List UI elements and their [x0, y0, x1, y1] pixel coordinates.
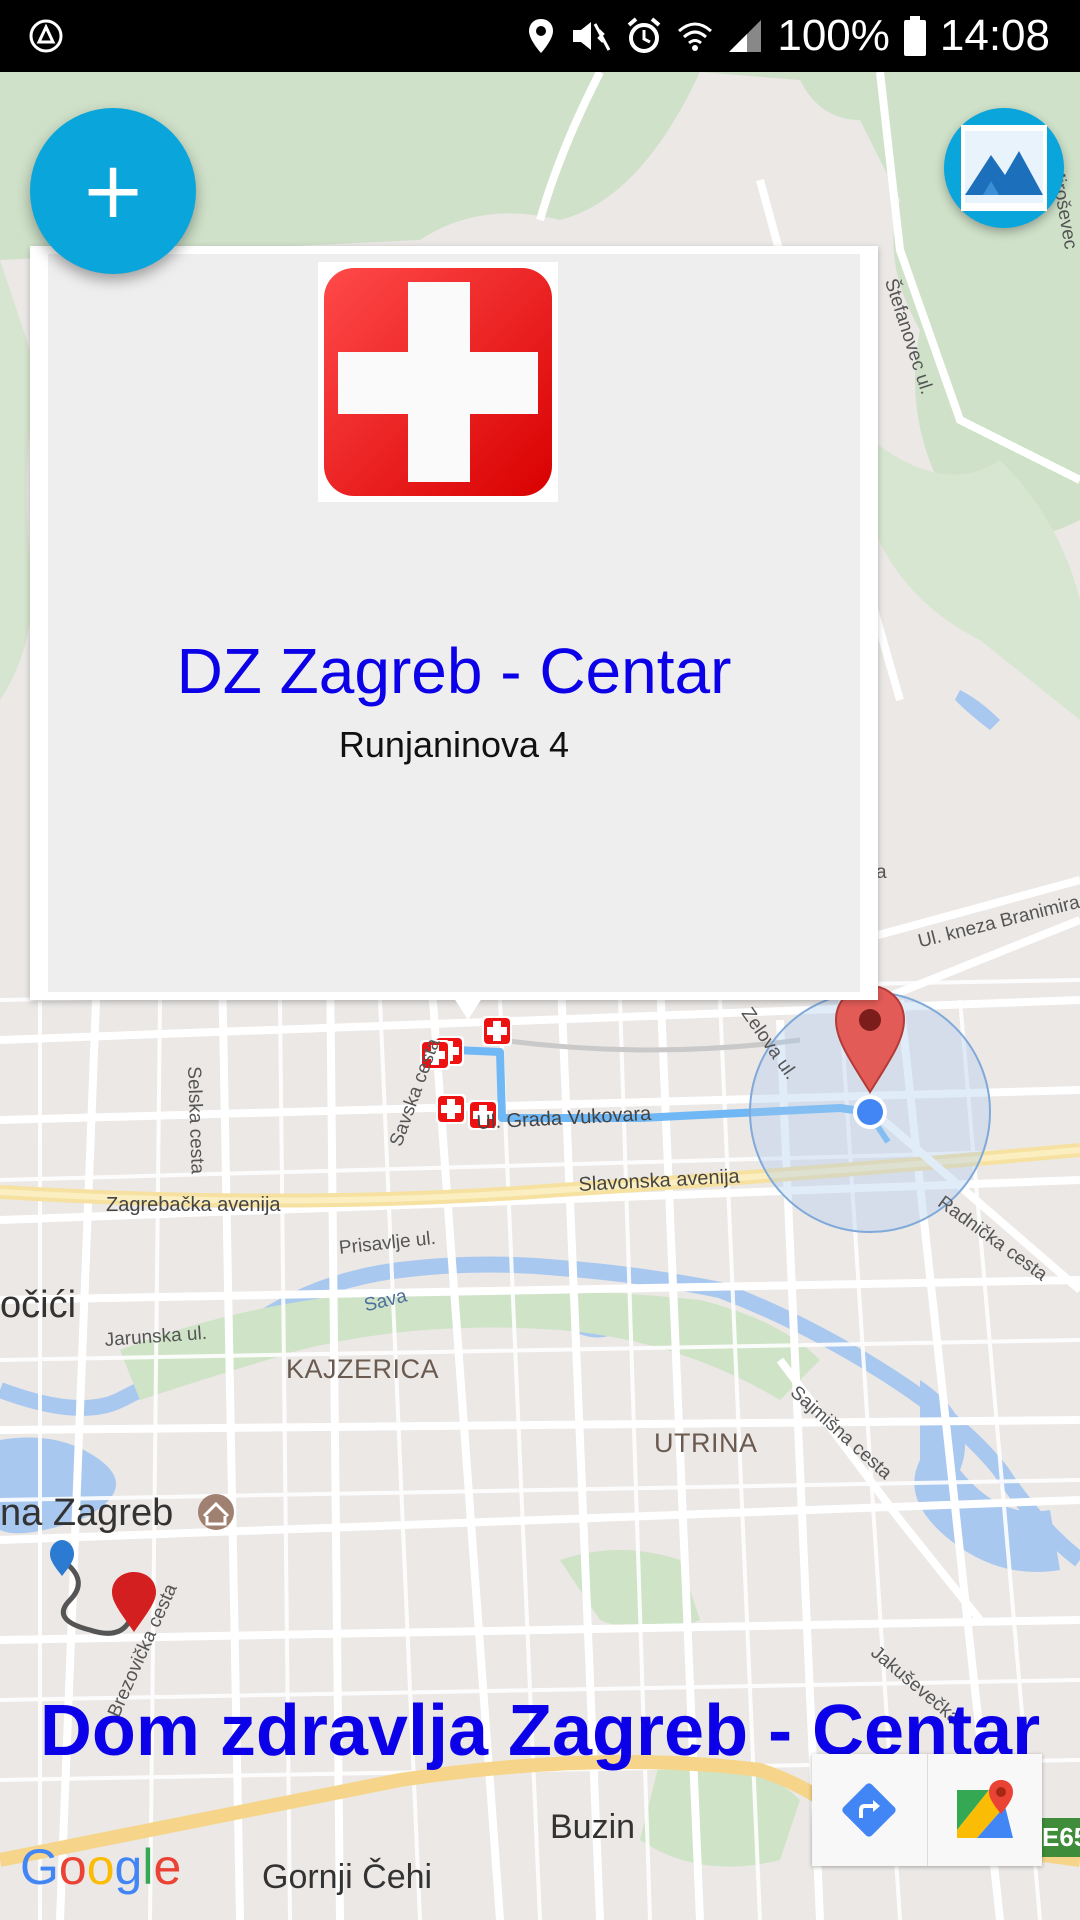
- red-cross-icon: [318, 262, 558, 502]
- google-logo-letter: e: [153, 1839, 182, 1895]
- info-window-address: Runjaninova 4: [338, 724, 570, 765]
- info-window-pointer: [454, 998, 482, 1020]
- google-logo-letter: l: [142, 1839, 154, 1895]
- label-vrbani-fragment: očići: [0, 1284, 77, 1326]
- map-toolbar: [812, 1754, 1042, 1866]
- wifi-icon: [678, 22, 713, 51]
- terrain-layer-button[interactable]: [944, 108, 1064, 228]
- battery-percent: 100%: [777, 11, 890, 60]
- directions-icon: [842, 1783, 896, 1837]
- alarm-icon: [628, 17, 661, 53]
- label-zagrebacka: Zagrebačka avenija: [106, 1194, 281, 1216]
- location-icon: [529, 19, 554, 53]
- info-window-content: DZ Zagreb - Centar Runjaninova 4: [48, 254, 860, 992]
- battery-icon: [903, 16, 926, 56]
- google-logo-letter: o: [86, 1839, 115, 1895]
- clock: 14:08: [939, 11, 1050, 60]
- label-buzin: Buzin: [550, 1808, 636, 1846]
- label-zagreb-fragment: na Zagreb: [0, 1492, 174, 1534]
- google-logo-letter: G: [20, 1839, 59, 1895]
- google-logo-letter: g: [114, 1839, 143, 1895]
- label-selska: Selska cesta: [183, 1066, 208, 1175]
- label-kajzerica: KAJZERICA: [286, 1354, 440, 1384]
- google-logo-letter: o: [58, 1839, 87, 1895]
- info-window-title: DZ Zagreb - Centar: [176, 635, 732, 707]
- google-maps-icon: [956, 1780, 1013, 1838]
- road-badge: E65: [1038, 1818, 1080, 1857]
- signal-icon: [729, 20, 762, 52]
- status-bar: 100% 14:08: [0, 0, 1080, 72]
- google-logo: Google: [20, 1838, 181, 1896]
- open-in-maps-button[interactable]: [926, 1754, 1043, 1866]
- plus-icon: +: [80, 146, 146, 236]
- mute-vibrate-icon: [573, 22, 611, 51]
- add-button[interactable]: +: [30, 108, 196, 274]
- label-gornji-cehi: Gornji Čehi: [262, 1858, 433, 1896]
- label-utrina: UTRINA: [654, 1428, 758, 1458]
- google-logo-text: Google: [20, 1839, 181, 1895]
- marker-info-window[interactable]: DZ Zagreb - Centar Runjaninova 4: [30, 246, 878, 1020]
- terrain-layer-icon: [961, 125, 1047, 211]
- directions-button[interactable]: [812, 1754, 927, 1866]
- auto-rotate-icon: [29, 19, 63, 53]
